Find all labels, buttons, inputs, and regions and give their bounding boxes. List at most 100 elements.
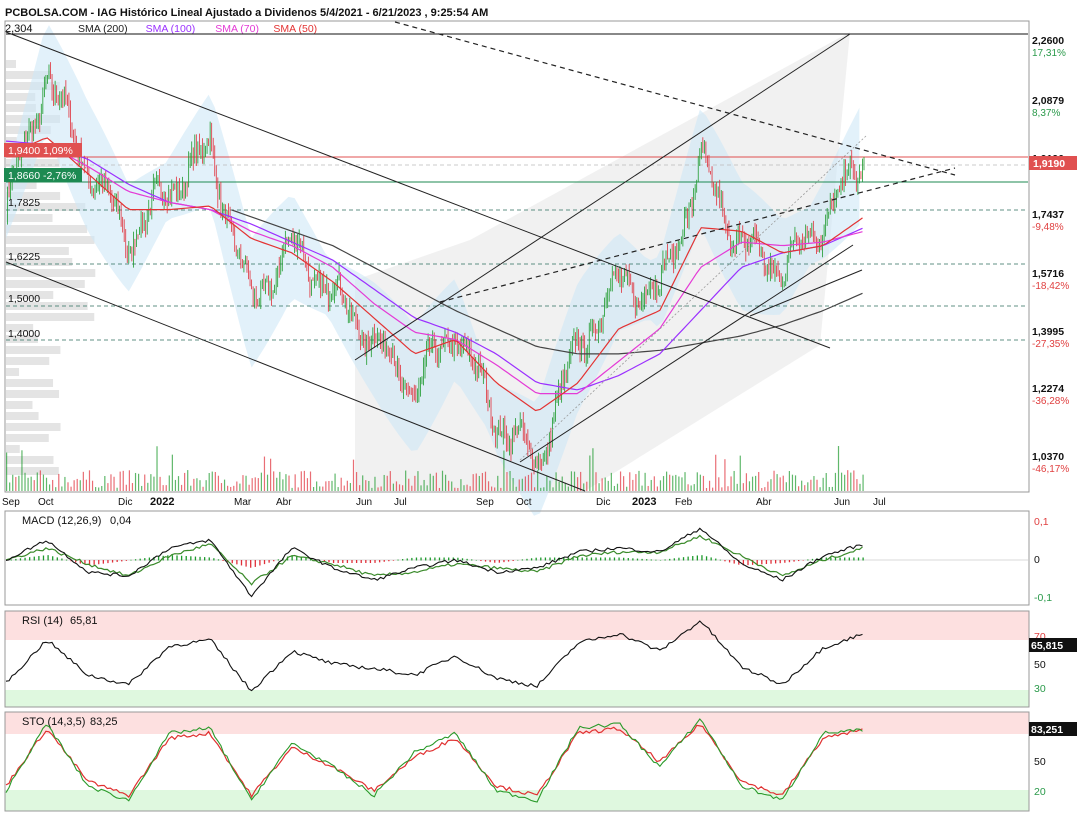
date-label-13: Abr	[756, 497, 772, 508]
volume-bar	[804, 485, 806, 491]
macd-histogram-bar	[636, 558, 639, 561]
sma-legend-1: SMA (100)	[146, 23, 196, 35]
volume-profile-bar	[6, 368, 20, 376]
rsi-overbought-zone	[5, 611, 1029, 640]
volume-bar	[444, 474, 447, 491]
macd-histogram-bar	[355, 560, 358, 563]
macd-histogram-bar	[130, 559, 132, 561]
macd-histogram-bar	[480, 560, 482, 562]
macd-value: 0,04	[110, 515, 131, 527]
volume-bar	[856, 479, 858, 491]
volume-bar	[825, 472, 827, 491]
macd-histogram-bar	[369, 560, 372, 563]
macd-histogram-bar	[494, 560, 496, 563]
macd-histogram-bar	[696, 555, 698, 561]
volume-bar	[55, 487, 57, 491]
macd-histogram-bar	[669, 558, 671, 561]
volume-bar	[9, 482, 11, 491]
volume-bar	[791, 474, 794, 491]
volume-bar	[230, 486, 232, 491]
volume-bar	[239, 483, 241, 491]
volume-bar	[95, 487, 97, 491]
volume-bar	[420, 485, 422, 491]
volume-bar	[491, 486, 493, 491]
sto-oversold-zone	[5, 790, 1029, 811]
price-axis-value-0: 2,2600	[1032, 35, 1064, 47]
volume-bar	[681, 477, 683, 491]
volume-bar	[638, 470, 640, 491]
volume-bar	[573, 471, 576, 491]
volume-bar	[405, 470, 407, 491]
volume-bar	[156, 446, 158, 491]
volume-bar	[322, 486, 324, 491]
volume-bar	[159, 476, 161, 491]
date-label-14: Jun	[834, 497, 850, 508]
volume-bar	[76, 478, 78, 491]
macd-histogram-bar	[788, 560, 791, 563]
stock-chart: PCBOLSA.COM - IAG Histórico Lineal Ajust…	[0, 0, 1083, 815]
volume-bar	[662, 476, 665, 491]
volume-bar	[168, 475, 170, 491]
macd-histogram-bar	[489, 560, 491, 563]
volume-bar	[862, 474, 864, 491]
rsi-axis-1: 50	[1034, 659, 1046, 671]
volume-profile-bar	[6, 445, 20, 453]
date-label-5: Abr	[276, 497, 292, 508]
macd-histogram-bar	[678, 557, 680, 561]
volume-bar	[751, 476, 754, 491]
macd-histogram-bar	[530, 558, 533, 561]
volume-bar	[52, 479, 54, 491]
volume-profile-bar	[6, 401, 33, 409]
volume-bar	[359, 485, 361, 491]
volume-bar	[319, 486, 321, 491]
price-axis-value-4: 1,5716	[1032, 268, 1064, 280]
macd-histogram-bar	[24, 557, 26, 561]
macd-label: MACD (12,26,9)	[22, 515, 101, 527]
sto-overbought-zone	[5, 712, 1029, 734]
volume-bar	[316, 481, 318, 491]
volume-bar	[718, 477, 720, 491]
macd-histogram-bar	[609, 557, 611, 561]
macd-histogram-bar	[47, 555, 49, 561]
macd-histogram-bar	[774, 560, 777, 564]
volume-bar	[607, 480, 609, 491]
volume-bar	[227, 485, 229, 491]
volume-bar	[745, 473, 748, 491]
volume-bar	[371, 487, 373, 491]
volume-bar	[770, 479, 772, 491]
volume-bar	[236, 481, 238, 491]
volume-bar	[184, 472, 186, 491]
volume-bar	[331, 480, 333, 491]
rsi-axis-2: 30	[1034, 683, 1046, 695]
volume-bar	[730, 476, 732, 491]
volume-bar	[144, 474, 146, 491]
macd-histogram-bar	[52, 556, 54, 561]
volume-bar	[675, 474, 677, 491]
volume-bar	[696, 472, 698, 491]
macd-histogram-bar	[471, 559, 473, 561]
macd-histogram-bar	[259, 560, 261, 566]
macd-histogram-bar	[646, 559, 648, 561]
volume-bar	[429, 473, 431, 491]
date-label-10: Dic	[596, 497, 610, 508]
macd-histogram-bar	[857, 557, 860, 561]
macd-histogram-bar	[277, 559, 279, 561]
volume-bar	[211, 471, 213, 491]
macd-histogram-bar	[231, 560, 233, 564]
volume-bar	[669, 474, 671, 491]
volume-bar	[672, 475, 674, 491]
macd-histogram-bar	[765, 560, 768, 565]
volume-bar	[515, 486, 517, 491]
macd-histogram-bar	[507, 560, 510, 562]
macd-histogram-bar	[544, 557, 547, 561]
macd-histogram-bar	[351, 560, 353, 563]
volume-bar	[346, 480, 348, 491]
macd-histogram-bar	[715, 558, 717, 561]
price-axis-pct-7: -46,17%	[1032, 464, 1069, 475]
macd-histogram-bar	[664, 559, 666, 561]
volume-profile-bar	[6, 280, 85, 288]
volume-bar	[755, 475, 757, 491]
macd-histogram-bar	[586, 557, 588, 561]
volume-bar	[263, 456, 266, 491]
macd-histogram-bar	[595, 557, 597, 561]
